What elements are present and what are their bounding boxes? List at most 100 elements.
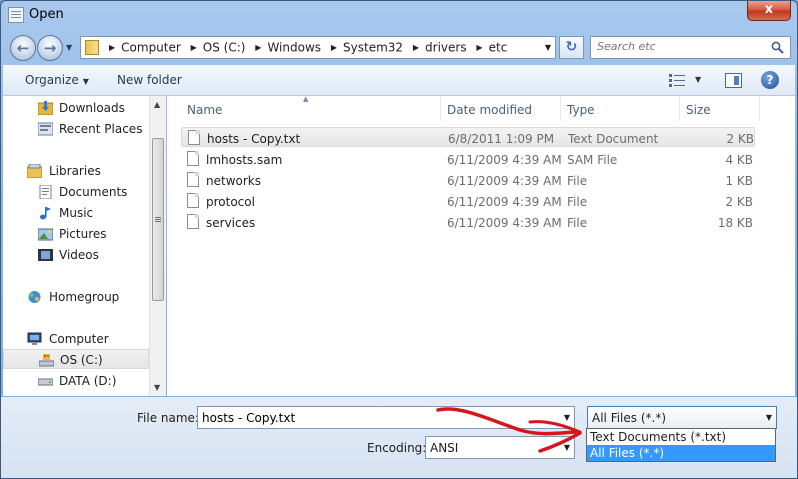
help-button[interactable]: ?	[761, 71, 779, 89]
pictures-icon	[38, 228, 53, 241]
homegroup-icon	[28, 291, 41, 303]
encoding-value: ANSI	[430, 441, 459, 455]
sidebar-item-pictures[interactable]: Pictures	[3, 224, 149, 244]
recent-pages-dropdown[interactable]: ▼	[66, 43, 72, 52]
chevron-right-icon[interactable]: ▶	[331, 43, 337, 52]
breadcrumb: ▶ Computer ▶ OS (C:) ▶ Windows ▶ System32 ▶ d…	[103, 40, 507, 55]
search-input[interactable]	[597, 40, 767, 53]
back-button[interactable]: ←	[10, 35, 36, 61]
file-name: protocol	[206, 195, 255, 209]
column-header-type[interactable]: Type	[561, 96, 680, 121]
file-date: 6/11/2009 4:39 AM	[447, 216, 562, 230]
chevron-down-icon: ▼	[82, 77, 89, 86]
option-all-files[interactable]: All Files (*.*)	[587, 445, 775, 461]
search-icon[interactable]	[771, 41, 784, 54]
refresh-button[interactable]: ↻	[559, 36, 584, 59]
sidebar-item-label: Music	[59, 206, 94, 220]
chevron-down-icon[interactable]: ▼	[545, 43, 551, 52]
crumb-windows[interactable]: Windows	[267, 41, 321, 55]
file-name: networks	[206, 174, 261, 188]
crumb-computer[interactable]: Computer	[121, 41, 181, 55]
chevron-right-icon[interactable]: ▶	[255, 43, 261, 52]
address-bar[interactable]: ▶ Computer ▶ OS (C:) ▶ Windows ▶ System32 ▶ d…	[80, 36, 556, 59]
chevron-right-icon[interactable]: ▶	[476, 43, 482, 52]
refresh-icon: ↻	[565, 39, 578, 55]
folder-icon	[85, 40, 99, 55]
crumb-os-c[interactable]: OS (C:)	[203, 41, 246, 55]
file-type-select[interactable]: All Files (*.*) ▼	[587, 406, 777, 429]
option-text-documents[interactable]: Text Documents (*.txt)	[587, 429, 775, 445]
file-icon	[187, 214, 199, 229]
file-type: File	[567, 216, 588, 230]
file-type-dropdown-list: Text Documents (*.txt) All Files (*.*)	[586, 428, 776, 462]
file-name: lmhosts.sam	[206, 153, 283, 167]
sidebar-item-libraries[interactable]: Libraries	[3, 161, 149, 181]
file-name-combobox[interactable]: ▼	[197, 406, 575, 429]
encoding-select[interactable]: ANSI ▼	[425, 436, 575, 459]
close-button[interactable]: x	[747, 1, 791, 21]
preview-pane-icon[interactable]	[725, 73, 742, 88]
chevron-down-icon[interactable]: ▼	[564, 443, 570, 452]
file-type-value: All Files (*.*)	[592, 411, 667, 425]
chevron-down-icon[interactable]: ▼	[564, 413, 570, 422]
column-header-label: Size	[686, 103, 711, 117]
hard-drive-icon	[38, 378, 53, 386]
file-date: 6/11/2009 4:39 AM	[447, 174, 562, 188]
column-header-label: Date modified	[447, 103, 533, 117]
file-icon	[187, 172, 199, 187]
sidebar-item-documents[interactable]: Documents	[3, 182, 149, 202]
forward-button[interactable]: →	[37, 35, 63, 61]
sidebar-item-recent-places[interactable]: Recent Places	[3, 119, 149, 139]
file-type: Text Document	[568, 132, 659, 146]
sidebar-item-label: Downloads	[59, 101, 125, 115]
chevron-right-icon[interactable]: ▶	[191, 43, 197, 52]
file-size: 2 KB	[726, 132, 754, 146]
command-bar: Organize ▼ New folder ▼ ?	[3, 65, 795, 96]
window-title: Open	[29, 7, 64, 22]
sidebar-item-computer[interactable]: Computer	[3, 329, 149, 349]
view-list-icon[interactable]	[669, 73, 685, 87]
grip-icon	[155, 217, 161, 218]
column-header-date-modified[interactable]: Date modified	[441, 96, 561, 121]
sidebar-item-label: Homegroup	[49, 290, 120, 304]
table-row[interactable]: networks 6/11/2009 4:39 AM File 1 KB	[181, 170, 755, 190]
sidebar-item-downloads[interactable]: Downloads	[3, 98, 149, 118]
file-name-input[interactable]	[202, 411, 552, 425]
scrollbar-thumb[interactable]	[152, 138, 164, 301]
navigation-pane: Downloads Recent Places Libraries Docume…	[3, 96, 166, 396]
libraries-icon	[27, 164, 42, 178]
navigation-scrollbar[interactable]: ▲ ▼	[149, 96, 166, 396]
table-row[interactable]: protocol 6/11/2009 4:39 AM File 2 KB	[181, 191, 755, 211]
table-row[interactable]: hosts - Copy.txt 6/8/2011 1:09 PM Text D…	[181, 127, 755, 147]
sidebar-item-videos[interactable]: Videos	[3, 245, 149, 265]
downloads-folder-icon	[38, 101, 53, 115]
chevron-down-icon[interactable]: ▼	[766, 413, 772, 422]
file-type: SAM File	[567, 153, 618, 167]
crumb-system32[interactable]: System32	[343, 41, 403, 55]
sidebar-item-homegroup[interactable]: Homegroup	[3, 287, 149, 307]
table-row[interactable]: lmhosts.sam 6/11/2009 4:39 AM SAM File 4…	[181, 149, 755, 169]
column-header-size[interactable]: Size	[680, 96, 760, 121]
computer-icon	[27, 332, 42, 345]
sidebar-item-label: Videos	[59, 248, 99, 262]
new-folder-button[interactable]: New folder	[117, 73, 182, 87]
sidebar-item-music[interactable]: Music	[3, 203, 149, 223]
crumb-drivers[interactable]: drivers	[425, 41, 467, 55]
sidebar-item-label: Computer	[49, 332, 109, 346]
file-name: services	[206, 216, 256, 230]
sidebar-item-os-c[interactable]: OS (C:)	[3, 349, 149, 369]
music-icon	[40, 207, 51, 220]
chevron-right-icon[interactable]: ▶	[109, 43, 115, 52]
scroll-up-icon[interactable]: ▲	[154, 100, 160, 109]
scroll-down-icon[interactable]: ▼	[154, 383, 160, 392]
sidebar-item-data-d[interactable]: DATA (D:)	[3, 371, 149, 391]
title-bar[interactable]: Open x	[1, 1, 797, 31]
search-box[interactable]	[590, 36, 791, 59]
change-view-dropdown[interactable]: ▼	[695, 75, 701, 84]
sidebar-item-label: OS (C:)	[60, 353, 103, 367]
table-row[interactable]: services 6/11/2009 4:39 AM File 18 KB	[181, 212, 755, 232]
chevron-right-icon[interactable]: ▶	[413, 43, 419, 52]
column-header-name[interactable]: Name	[181, 96, 441, 121]
crumb-etc[interactable]: etc	[489, 41, 508, 55]
organize-button[interactable]: Organize ▼	[25, 73, 89, 87]
